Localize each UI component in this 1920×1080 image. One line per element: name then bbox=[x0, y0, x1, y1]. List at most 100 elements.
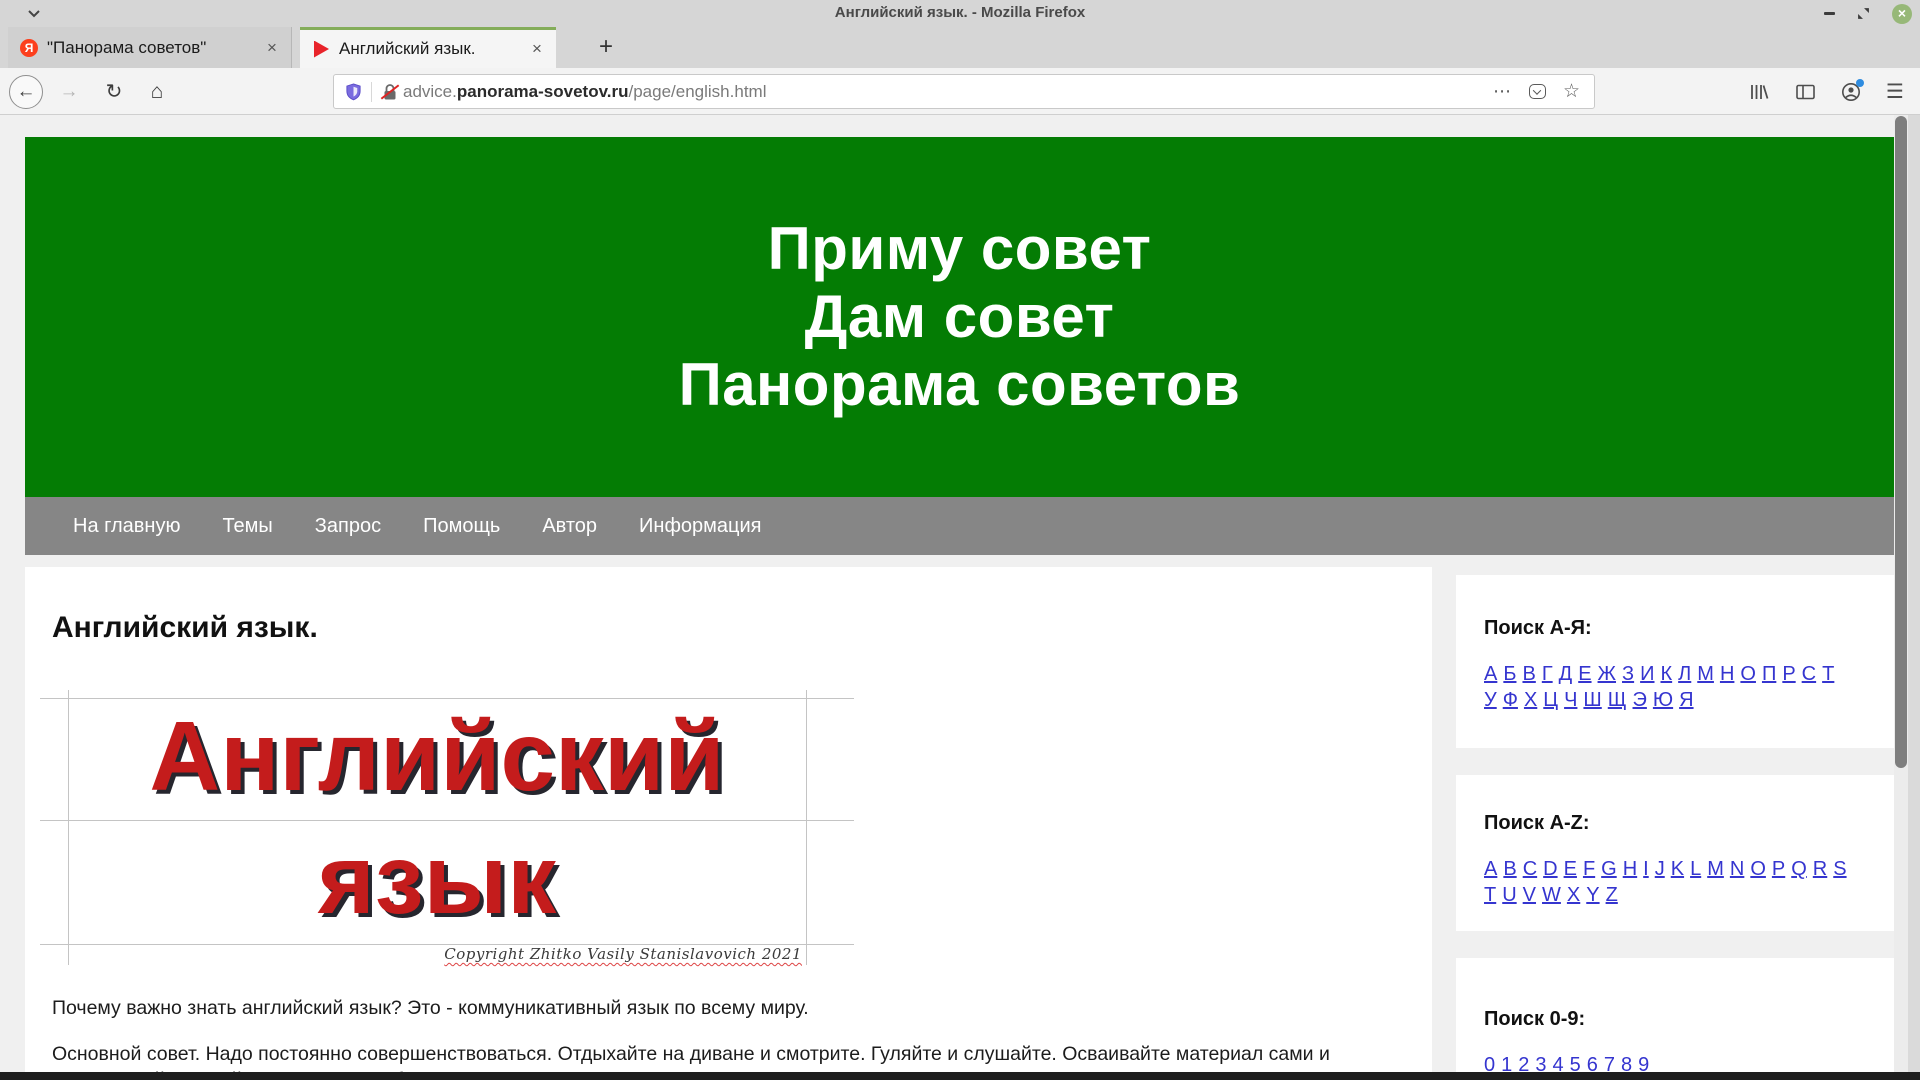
library-button[interactable] bbox=[1740, 68, 1778, 115]
nav-menu-item[interactable]: Темы bbox=[222, 515, 272, 538]
forward-button[interactable]: → bbox=[52, 68, 86, 115]
page-scrollbar[interactable] bbox=[1894, 115, 1908, 1080]
alpha-link[interactable]: K bbox=[1671, 858, 1684, 880]
search-card-digits: Поиск 0-9: 0123456789 bbox=[1456, 958, 1894, 1080]
alpha-link[interactable]: А bbox=[1484, 663, 1497, 685]
restore-button[interactable] bbox=[1857, 7, 1870, 20]
minimize-button[interactable] bbox=[1824, 12, 1835, 15]
red-flag-favicon bbox=[314, 41, 329, 58]
url-actions: ⋯ ☆ bbox=[1493, 75, 1594, 108]
sidebar-icon bbox=[1796, 84, 1815, 100]
nav-menu-item[interactable]: Запрос bbox=[315, 515, 381, 538]
alpha-link[interactable]: Ф bbox=[1503, 689, 1518, 711]
image-word-1: Английский bbox=[68, 700, 806, 812]
alpha-link[interactable]: Ж bbox=[1598, 663, 1616, 685]
tab-close-icon[interactable]: × bbox=[526, 39, 548, 59]
alpha-link[interactable]: D bbox=[1543, 858, 1557, 880]
alpha-link[interactable]: H bbox=[1623, 858, 1637, 880]
article-image: Английский язык Copyright Zhitko Vasily … bbox=[52, 690, 842, 965]
home-button[interactable]: ⌂ bbox=[138, 68, 176, 115]
tab-panorama-sovetov[interactable]: Я "Панорама советов" × bbox=[8, 27, 292, 68]
page-actions-icon[interactable]: ⋯ bbox=[1493, 81, 1512, 102]
alpha-link[interactable]: S bbox=[1833, 858, 1846, 880]
sidebar-toggle-button[interactable] bbox=[1786, 68, 1824, 115]
alpha-link[interactable]: E bbox=[1564, 858, 1577, 880]
alpha-link[interactable]: Х bbox=[1524, 689, 1537, 711]
alpha-link[interactable]: L bbox=[1690, 858, 1701, 880]
alpha-link[interactable]: С bbox=[1802, 663, 1816, 685]
letter-rows: АБВГДЕЖЗИКЛМНОПРСТ УФХЦЧШЩЭЮЯ bbox=[1484, 662, 1894, 714]
nav-menu-item[interactable]: На главную bbox=[73, 515, 180, 538]
alpha-link[interactable]: O bbox=[1750, 858, 1766, 880]
alpha-link[interactable]: К bbox=[1660, 663, 1672, 685]
alpha-link[interactable]: V bbox=[1523, 884, 1536, 906]
letter-rows: ABCDEFGHIJKLMNOPQRS TUVWXYZ bbox=[1484, 857, 1894, 909]
alpha-link[interactable]: Z bbox=[1606, 884, 1618, 906]
alpha-link[interactable]: Y bbox=[1586, 884, 1599, 906]
alpha-link[interactable]: T bbox=[1484, 884, 1496, 906]
alpha-link[interactable]: Р bbox=[1782, 663, 1795, 685]
alpha-link[interactable]: П bbox=[1762, 663, 1776, 685]
minimize-icon bbox=[1824, 12, 1835, 15]
alpha-link[interactable]: G bbox=[1601, 858, 1617, 880]
alpha-link[interactable]: Л bbox=[1678, 663, 1691, 685]
tab-label: "Панорама советов" bbox=[47, 38, 261, 58]
alpha-link[interactable]: Г bbox=[1542, 663, 1553, 685]
tracking-shield-icon[interactable] bbox=[345, 82, 362, 102]
alpha-link[interactable]: Т bbox=[1822, 663, 1834, 685]
new-tab-button[interactable]: + bbox=[590, 32, 622, 64]
bookmark-star-icon[interactable]: ☆ bbox=[1563, 80, 1580, 103]
alpha-link[interactable]: Н bbox=[1720, 663, 1734, 685]
scrollbar-thumb[interactable] bbox=[1895, 116, 1907, 768]
back-button[interactable]: ← bbox=[8, 68, 44, 115]
alpha-link[interactable]: Э bbox=[1633, 689, 1647, 711]
alpha-link[interactable]: N bbox=[1730, 858, 1744, 880]
crop-line bbox=[40, 820, 854, 821]
alpha-link[interactable]: М bbox=[1697, 663, 1714, 685]
account-button[interactable] bbox=[1832, 68, 1870, 115]
close-button[interactable]: × bbox=[1892, 4, 1912, 24]
notification-dot bbox=[1856, 79, 1864, 87]
alpha-link[interactable]: Ц bbox=[1543, 689, 1558, 711]
alpha-link[interactable]: X bbox=[1567, 884, 1580, 906]
alpha-link[interactable]: W bbox=[1542, 884, 1561, 906]
nav-menu-item[interactable]: Информация bbox=[639, 515, 761, 538]
nav-menu-item[interactable]: Помощь bbox=[423, 515, 500, 538]
alpha-link[interactable]: B bbox=[1503, 858, 1516, 880]
alpha-link[interactable]: Б bbox=[1503, 663, 1516, 685]
pocket-icon[interactable] bbox=[1529, 84, 1546, 99]
alpha-link[interactable]: P bbox=[1772, 858, 1785, 880]
hamburger-menu-button[interactable]: ☰ bbox=[1876, 68, 1914, 115]
alpha-link[interactable]: A bbox=[1484, 858, 1497, 880]
reload-button[interactable]: ↻ bbox=[96, 68, 132, 115]
alpha-link[interactable]: C bbox=[1523, 858, 1537, 880]
alpha-link[interactable]: I bbox=[1643, 858, 1649, 880]
alpha-link[interactable]: M bbox=[1707, 858, 1724, 880]
alpha-link[interactable]: З bbox=[1622, 663, 1634, 685]
alpha-link[interactable]: Q bbox=[1791, 858, 1807, 880]
url-bar[interactable]: advice.panorama-sovetov.ru/page/english.… bbox=[333, 74, 1595, 109]
alpha-link[interactable]: U bbox=[1502, 884, 1516, 906]
insecure-lock-icon[interactable] bbox=[381, 82, 399, 102]
alpha-link[interactable]: И bbox=[1640, 663, 1654, 685]
alpha-link[interactable]: У bbox=[1484, 689, 1497, 711]
screen-bottom-edge bbox=[0, 1072, 1920, 1080]
alpha-link[interactable]: Е bbox=[1578, 663, 1591, 685]
alpha-link[interactable]: Ю bbox=[1653, 689, 1673, 711]
paragraph: Почему важно знать английский язык? Это … bbox=[52, 995, 1412, 1021]
tab-close-icon[interactable]: × bbox=[261, 38, 283, 58]
alpha-link[interactable]: Щ bbox=[1608, 689, 1627, 711]
alpha-link[interactable]: О bbox=[1740, 663, 1756, 685]
alpha-link[interactable]: J bbox=[1655, 858, 1665, 880]
alpha-link[interactable]: В bbox=[1522, 663, 1535, 685]
banner-line-2: Дам совет bbox=[25, 283, 1894, 351]
alpha-link[interactable]: Я bbox=[1679, 689, 1693, 711]
alpha-link[interactable]: R bbox=[1813, 858, 1827, 880]
nav-menu-item[interactable]: Автор bbox=[542, 515, 597, 538]
tab-english-active[interactable]: Английский язык. × bbox=[300, 27, 556, 68]
library-icon bbox=[1749, 83, 1769, 101]
alpha-link[interactable]: Ш bbox=[1583, 689, 1601, 711]
alpha-link[interactable]: F bbox=[1583, 858, 1595, 880]
alpha-link[interactable]: Д bbox=[1559, 663, 1573, 685]
alpha-link[interactable]: Ч bbox=[1564, 689, 1577, 711]
